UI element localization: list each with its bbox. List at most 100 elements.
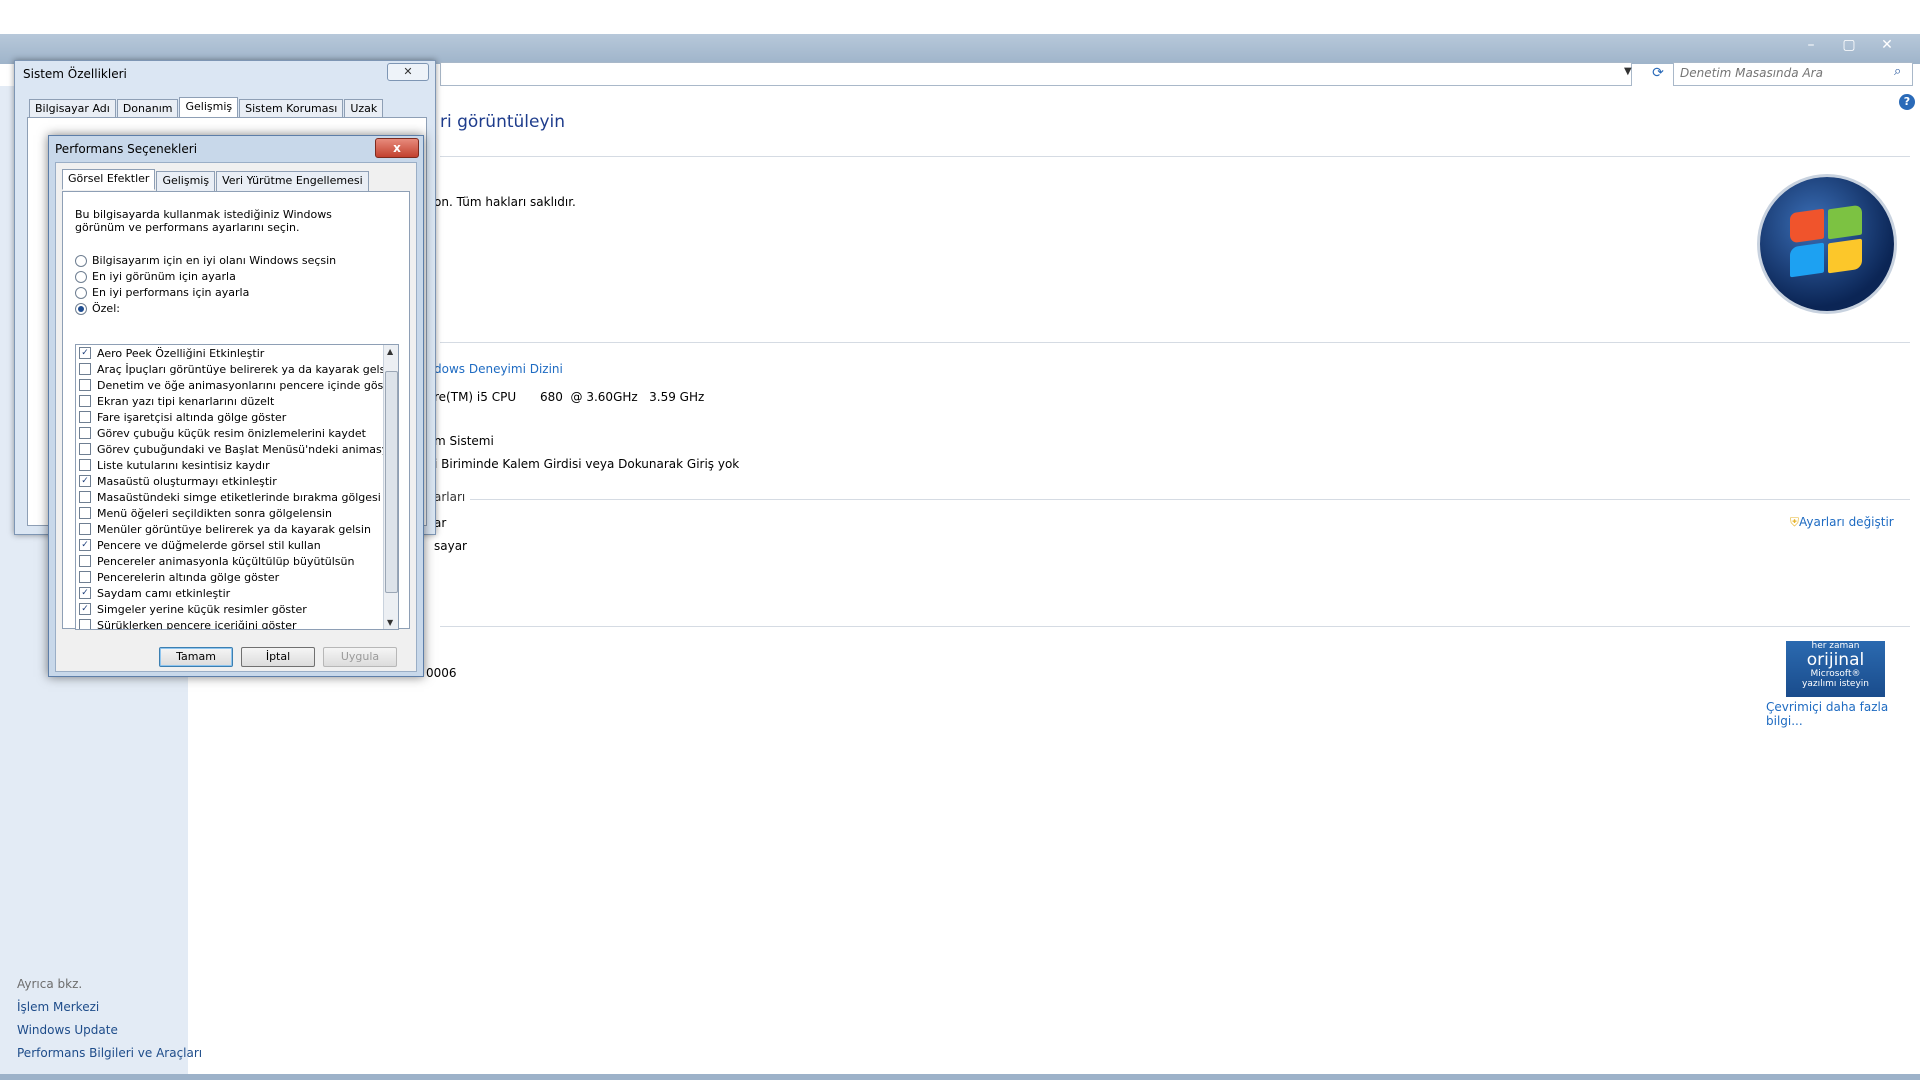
scroll-thumb[interactable] [385, 371, 398, 593]
effect-checkbox[interactable]: ✓ [79, 587, 91, 599]
effect-checkbox[interactable] [79, 571, 91, 583]
search-icon[interactable]: ⌕ [1894, 64, 1901, 79]
effect-item[interactable]: ✓ Pencere ve düğmelerde görsel stil kulla… [76, 537, 398, 553]
window-controls: – ▢ ✕ [1794, 36, 1904, 54]
effect-item[interactable]: Masaüstündeki simge etiketlerinde bırakm… [76, 489, 398, 505]
radio-option[interactable]: En iyi performans için ayarla [75, 286, 249, 299]
effect-item[interactable]: Liste kutularını kesintisiz kaydır [76, 457, 398, 473]
close-button[interactable]: x [375, 138, 419, 158]
effect-item[interactable]: ✓ Aero Peek Özelliğini Etkinleştir [76, 345, 398, 361]
effects-items: ✓ Aero Peek Özelliğini Etkinleştir Araç İp… [76, 345, 398, 629]
effect-checkbox[interactable] [79, 619, 91, 629]
section-label: arları [434, 490, 466, 504]
effect-checkbox[interactable] [79, 491, 91, 503]
close-window-button[interactable]: ✕ [1870, 36, 1904, 54]
pen-touch-value: i Biriminde Kalem Girdisi veya Dokunarak… [434, 457, 740, 471]
radio-button[interactable] [75, 270, 87, 283]
scroll-down-icon[interactable]: ▼ [387, 618, 393, 627]
radio-option[interactable]: Özel: [75, 302, 120, 315]
effect-checkbox[interactable]: ✓ [79, 539, 91, 551]
effect-checkbox[interactable] [79, 459, 91, 471]
effect-label: Pencereler animasyonla küçültülüp büyütü… [97, 554, 355, 568]
effect-checkbox[interactable] [79, 363, 91, 375]
see-also-label: Ayrıca bkz. [17, 977, 83, 991]
effect-item[interactable]: Fare işaretçisi altında gölge göster [76, 409, 398, 425]
effect-checkbox[interactable]: ✓ [79, 475, 91, 487]
effect-checkbox[interactable] [79, 411, 91, 423]
cancel-button[interactable]: İptal [241, 647, 315, 667]
effect-item[interactable]: Pencerelerin altında gölge göster [76, 569, 398, 585]
radio-label: Özel: [92, 302, 120, 315]
processor-value: 680 @ 3.60GHz 3.59 GHz [540, 390, 705, 404]
sidebar-link-windows-update[interactable]: Windows Update [17, 1023, 118, 1037]
online-info-link[interactable]: Çevrimiçi daha fazla bilgi... [1766, 700, 1920, 728]
search-box[interactable] [1673, 62, 1913, 86]
radio-button[interactable] [75, 302, 87, 315]
dialog-title: Performans Seçenekleri [55, 142, 198, 156]
effect-item[interactable]: Ekran yazı tipi kenarlarını düzelt [76, 393, 398, 409]
effect-item[interactable]: ✓ Simgeler yerine küçük resimler göster [76, 601, 398, 617]
effect-item[interactable]: Denetim ve öğe animasyonlarını pencere i… [76, 377, 398, 393]
change-settings-link[interactable]: ⛨Ayarları değiştir [1790, 515, 1894, 530]
search-input[interactable] [1674, 63, 1886, 83]
sidebar-link-performance[interactable]: Performans Bilgileri ve Araçları [17, 1046, 202, 1060]
tab-advanced[interactable]: Gelişmiş [156, 171, 216, 192]
effect-item[interactable]: Menüler görüntüye belirerek ya da kayara… [76, 521, 398, 537]
effect-checkbox[interactable] [79, 427, 91, 439]
system-type-value: m Sistemi [434, 434, 494, 448]
change-settings-label: Ayarları değiştir [1799, 515, 1894, 529]
effect-label: Aero Peek Özelliğini Etkinleştir [97, 346, 265, 360]
effect-checkbox[interactable] [79, 395, 91, 407]
experience-index-link[interactable]: dows Deneyimi Dizini [434, 362, 563, 376]
visual-effects-panel: Bu bilgisayarda kullanmak istediğiniz Wi… [62, 191, 410, 630]
radio-button[interactable] [75, 286, 87, 299]
address-bar[interactable] [440, 62, 1632, 86]
radio-option[interactable]: En iyi görünüm için ayarla [75, 270, 236, 283]
divider [440, 342, 1910, 343]
scroll-up-icon[interactable]: ▲ [387, 347, 393, 356]
radio-button[interactable] [75, 254, 87, 267]
effects-list[interactable]: ✓ Aero Peek Özelliğini Etkinleştir Araç İp… [75, 344, 399, 630]
dialog-title: Sistem Özellikleri [23, 67, 127, 81]
effect-item[interactable]: ✓ Masaüstü oluşturmayı etkinleştir [76, 473, 398, 489]
divider [440, 626, 1910, 627]
tab-strip: Görsel Efektler Gelişmiş Veri Yürütme En… [62, 169, 370, 192]
effect-checkbox[interactable] [79, 523, 91, 535]
address-dropdown-icon[interactable]: ▼ [1624, 66, 1632, 77]
effect-checkbox[interactable] [79, 379, 91, 391]
shield-icon: ⛨ [1790, 515, 1800, 529]
page-title: ri görüntüleyin [440, 112, 566, 132]
maximize-button[interactable]: ▢ [1832, 36, 1866, 54]
tab-dep[interactable]: Veri Yürütme Engellemesi [216, 171, 369, 192]
product-id-value: 0006 [426, 666, 457, 680]
tab-advanced[interactable]: Gelişmiş [179, 97, 239, 118]
ok-button[interactable]: Tamam [159, 647, 233, 667]
radio-option[interactable]: Bilgisayarım için en iyi olanı Windows s… [75, 254, 336, 267]
effect-item[interactable]: Araç İpuçları görüntüye belirerek ya da … [76, 361, 398, 377]
radio-label: En iyi performans için ayarla [92, 286, 250, 299]
effect-item[interactable]: Görev çubuğundaki ve Başlat Menüsü'ndeki… [76, 441, 398, 457]
apply-button[interactable]: Uygula [323, 647, 397, 667]
minimize-button[interactable]: – [1794, 36, 1828, 54]
effect-item[interactable]: Menü öğeleri seçildikten sonra gölgelens… [76, 505, 398, 521]
tab-visual-effects[interactable]: Görsel Efektler [62, 169, 156, 190]
effect-label: Araç İpuçları görüntüye belirerek ya da … [97, 362, 396, 376]
effect-checkbox[interactable] [79, 555, 91, 567]
sidebar-link-action-center[interactable]: İşlem Merkezi [17, 1000, 99, 1014]
effect-checkbox[interactable]: ✓ [79, 603, 91, 615]
full-name-value: sayar [434, 539, 467, 553]
close-button[interactable]: ✕ [387, 63, 429, 81]
effect-item[interactable]: ✓ Saydam camı etkinleştir [76, 585, 398, 601]
effect-label: Masaüstündeki simge etiketlerinde bırakm… [97, 490, 399, 504]
refresh-icon[interactable]: ⟳ [1645, 62, 1671, 84]
scrollbar[interactable]: ▲ ▼ [383, 345, 398, 629]
effect-label: Görev çubuğu küçük resim önizlemelerini … [97, 426, 366, 440]
effect-checkbox[interactable] [79, 443, 91, 455]
effect-item[interactable]: Pencereler animasyonla küçültülüp büyütü… [76, 553, 398, 569]
effect-item[interactable]: Sürüklerken pencere içeriğini göster [76, 617, 398, 629]
effect-item[interactable]: Görev çubuğu küçük resim önizlemelerini … [76, 425, 398, 441]
help-icon[interactable]: ? [1899, 94, 1915, 110]
effect-checkbox[interactable]: ✓ [79, 347, 91, 359]
effect-checkbox[interactable] [79, 507, 91, 519]
effect-label: Menüler görüntüye belirerek ya da kayara… [97, 522, 371, 536]
